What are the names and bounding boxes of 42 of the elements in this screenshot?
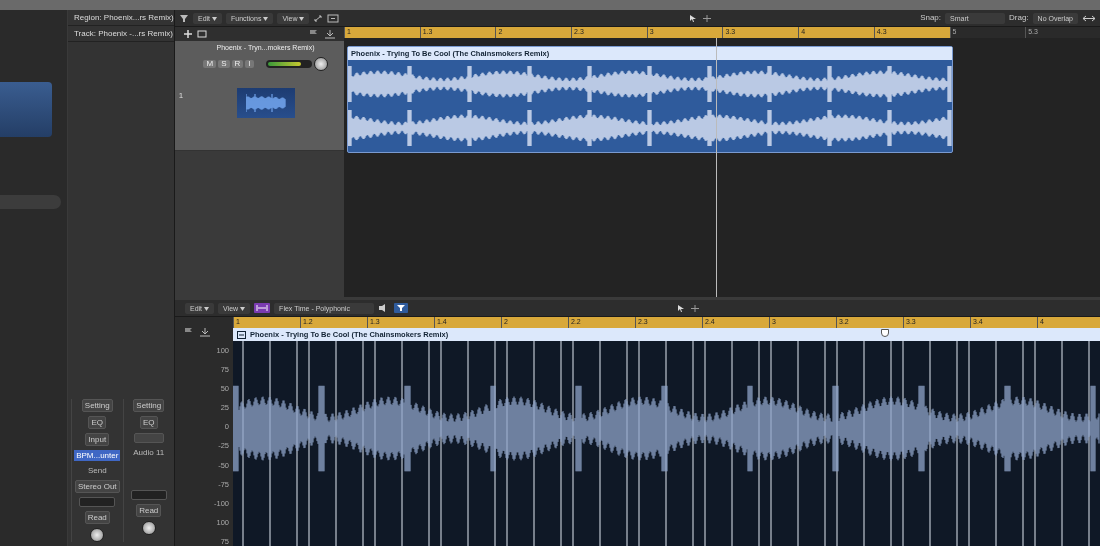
output-button[interactable]: Stereo Out — [74, 480, 120, 493]
caret-icon — [212, 16, 218, 21]
track-button[interactable]: S — [218, 59, 230, 68]
filter-icon[interactable] — [179, 13, 189, 23]
setting-button[interactable]: Setting — [81, 399, 113, 412]
eq-button[interactable]: EQ — [88, 416, 107, 429]
channel-name[interactable]: Audio 11 — [131, 447, 167, 458]
automation-button[interactable]: Read — [136, 504, 162, 517]
channel-name[interactable]: BPM...unter — [74, 450, 121, 461]
flex-icon[interactable] — [254, 303, 271, 313]
pan-knob[interactable] — [141, 521, 156, 535]
download-icon[interactable] — [199, 327, 211, 337]
flex-marker-icon — [881, 329, 889, 337]
inspector-section-header[interactable]: Region: Phoenix...rs Remix) — [74, 13, 174, 22]
setting-button[interactable]: Setting — [133, 399, 165, 412]
plugin-panel — [0, 82, 52, 137]
send-label: Send — [86, 465, 108, 476]
filter-icon[interactable] — [394, 303, 409, 313]
track-button[interactable]: I — [245, 59, 254, 68]
caret-icon — [240, 306, 246, 311]
download-icon[interactable] — [324, 29, 336, 39]
track-number: 1 — [177, 89, 185, 102]
caret-icon — [204, 306, 210, 311]
region-icon[interactable] — [237, 330, 246, 339]
crosshair-icon[interactable] — [690, 303, 701, 313]
drag-label: Drag: — [1009, 12, 1029, 24]
track-button[interactable]: R — [231, 59, 244, 68]
volume-knob[interactable] — [313, 56, 328, 71]
input-button[interactable] — [133, 433, 164, 443]
input-button[interactable]: Input — [85, 433, 110, 446]
zoom-icon[interactable] — [313, 13, 324, 23]
crosshair-icon[interactable] — [702, 13, 713, 23]
inspector-section-header[interactable]: Track: Phoenix -...rs Remix) — [74, 29, 173, 38]
track-button[interactable]: M — [203, 59, 217, 68]
snap-label: Snap: — [920, 12, 942, 24]
caret-icon — [263, 16, 269, 21]
track-icon — [236, 87, 295, 118]
pan-knob[interactable] — [90, 528, 105, 542]
automation-button[interactable]: Read — [84, 511, 110, 524]
eq-button[interactable]: EQ — [139, 416, 158, 429]
waveform-zoom-icon[interactable] — [1082, 13, 1096, 23]
caret-icon — [299, 16, 305, 21]
